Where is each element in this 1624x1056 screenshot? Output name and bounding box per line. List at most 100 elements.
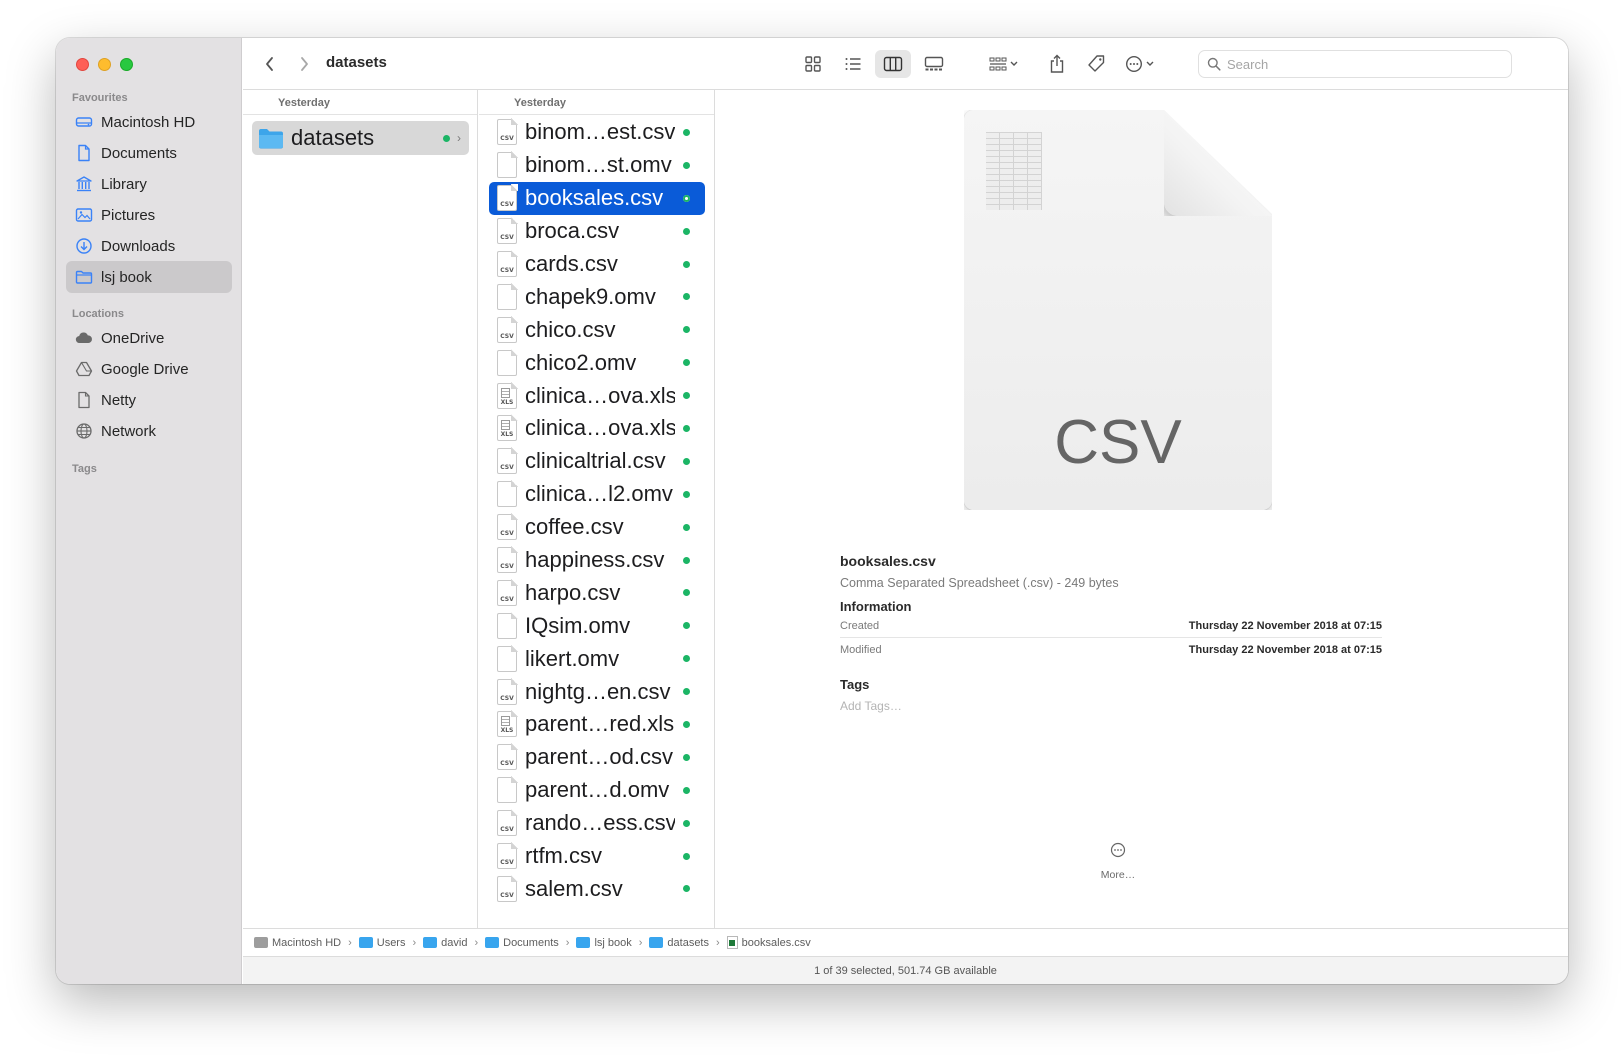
sidebar-item-network[interactable]: Network bbox=[66, 415, 232, 447]
sidebar-item-macintosh-hd[interactable]: Macintosh HD bbox=[66, 106, 232, 138]
sidebar-item-onedrive[interactable]: OneDrive bbox=[66, 322, 232, 354]
minimize-window-button[interactable] bbox=[98, 58, 111, 71]
csv-document-icon: CSV bbox=[964, 110, 1272, 510]
add-tags-field[interactable]: Add Tags… bbox=[840, 699, 1382, 713]
sidebar-item-downloads[interactable]: Downloads bbox=[66, 230, 232, 262]
path-item[interactable]: Macintosh HD bbox=[254, 937, 341, 949]
more-button[interactable]: More… bbox=[1088, 842, 1148, 881]
path-item[interactable]: Users bbox=[358, 936, 406, 949]
path-item-label: booksales.csv bbox=[741, 936, 811, 949]
file-name: happiness.csv bbox=[525, 547, 665, 573]
file-row[interactable]: CSV binom…est.csv bbox=[489, 116, 705, 149]
green-tag-icon bbox=[683, 161, 690, 169]
file-row[interactable]: binom…st.omv bbox=[489, 149, 705, 182]
folder-row-datasets[interactable]: datasets › bbox=[252, 121, 469, 155]
file-name: likert.omv bbox=[525, 645, 620, 671]
path-item-label: Users bbox=[376, 936, 406, 949]
green-tag-icon bbox=[683, 589, 690, 597]
list-view-icon bbox=[845, 58, 861, 70]
file-row[interactable]: CSV coffee.csv bbox=[489, 511, 705, 544]
search-input[interactable] bbox=[1227, 56, 1497, 72]
green-tag-icon bbox=[683, 194, 690, 202]
file-name: broca.csv bbox=[525, 218, 620, 244]
spreadsheet-icon bbox=[726, 936, 738, 949]
path-item[interactable]: lsj book bbox=[576, 936, 632, 949]
file-row[interactable]: XLS parent…red.xls bbox=[489, 708, 705, 741]
path-item-label: lsj book bbox=[594, 936, 632, 949]
file-row[interactable]: CSV broca.csv bbox=[489, 215, 705, 248]
file-name: clinica…l2.omv bbox=[525, 481, 673, 507]
file-row[interactable]: CSV parent…od.csv bbox=[489, 741, 705, 774]
created-row: Created Thursday 22 November 2018 at 07:… bbox=[840, 614, 1382, 638]
path-item[interactable]: david bbox=[423, 937, 467, 949]
file-row[interactable]: CSV rtfm.csv bbox=[489, 840, 705, 873]
hard-drive-icon bbox=[75, 117, 93, 127]
file-row[interactable]: CSV harpo.csv bbox=[489, 576, 705, 609]
file-row[interactable]: XLS clinica…ova.xls bbox=[489, 412, 705, 445]
folder-icon bbox=[259, 129, 283, 149]
file-row[interactable]: CSV chico.csv bbox=[489, 313, 705, 346]
share-button[interactable] bbox=[1043, 50, 1071, 78]
file-row[interactable]: chapek9.omv bbox=[489, 280, 705, 313]
icon-view-button[interactable] bbox=[797, 50, 829, 78]
file-row[interactable]: CSV happiness.csv bbox=[489, 544, 705, 577]
green-tag-icon bbox=[683, 556, 690, 564]
column-view-button[interactable] bbox=[875, 50, 911, 78]
path-item[interactable]: booksales.csv bbox=[726, 936, 811, 949]
file-row[interactable]: CSV clinicaltrial.csv bbox=[489, 445, 705, 478]
sidebar-item-netty[interactable]: Netty bbox=[66, 384, 232, 416]
chevron-right-icon: › bbox=[716, 936, 720, 949]
sidebar: Favourites Macintosh HD Documents Librar… bbox=[56, 38, 242, 984]
folder-icon bbox=[75, 270, 93, 284]
file-row[interactable]: clinica…l2.omv bbox=[489, 478, 705, 511]
list-view-button[interactable] bbox=[837, 50, 869, 78]
file-row[interactable]: CSV nightg…en.csv bbox=[489, 675, 705, 708]
file-name: chapek9.omv bbox=[525, 283, 656, 309]
green-tag-icon bbox=[683, 819, 690, 827]
document-icon bbox=[78, 391, 90, 409]
file-row[interactable]: CSV cards.csv bbox=[489, 248, 705, 281]
sidebar-item-google-drive[interactable]: Google Drive bbox=[66, 353, 232, 385]
file-name: chico2.omv bbox=[525, 349, 637, 375]
zoom-window-button[interactable] bbox=[120, 58, 133, 71]
file-row[interactable]: IQsim.omv bbox=[489, 609, 705, 642]
file-row[interactable]: CSV booksales.csv bbox=[489, 181, 705, 215]
search-field[interactable] bbox=[1198, 50, 1512, 78]
sidebar-item-pictures[interactable]: Pictures bbox=[66, 199, 232, 231]
file-row[interactable]: likert.omv bbox=[489, 642, 705, 675]
file-row[interactable]: CSV salem.csv bbox=[489, 872, 705, 905]
blank-file-icon bbox=[497, 776, 518, 804]
window-title: datasets bbox=[326, 54, 387, 71]
file-name: chico.csv bbox=[525, 316, 616, 342]
sidebar-item-documents[interactable]: Documents bbox=[66, 137, 232, 169]
sidebar-item-library[interactable]: Library bbox=[66, 168, 232, 200]
group-button[interactable] bbox=[983, 50, 1025, 78]
forward-button[interactable] bbox=[291, 50, 317, 78]
file-name: IQsim.omv bbox=[525, 612, 631, 638]
folder-icon bbox=[358, 937, 373, 948]
csv-file-icon: CSV bbox=[497, 842, 518, 870]
cloud-icon bbox=[75, 332, 92, 344]
file-row[interactable]: CSV rando…ess.csv bbox=[489, 807, 705, 840]
file-row[interactable]: parent…d.omv bbox=[489, 774, 705, 807]
csv-file-icon: CSV bbox=[497, 546, 518, 574]
share-icon bbox=[1050, 54, 1064, 73]
green-tag-icon bbox=[683, 128, 690, 136]
file-row[interactable]: XLS clinica…ova.xls bbox=[489, 379, 705, 412]
back-button[interactable] bbox=[257, 50, 283, 78]
more-actions-button[interactable] bbox=[1121, 50, 1163, 78]
close-window-button[interactable] bbox=[76, 58, 89, 71]
search-icon bbox=[1207, 57, 1221, 71]
path-item[interactable]: Documents bbox=[485, 937, 559, 949]
green-tag-icon bbox=[683, 852, 690, 860]
green-tag-icon bbox=[683, 457, 690, 465]
path-item[interactable]: datasets bbox=[649, 937, 709, 949]
sidebar-item-label: Network bbox=[101, 422, 157, 440]
file-type-label: CSV bbox=[1054, 408, 1182, 477]
gallery-view-button[interactable] bbox=[917, 50, 951, 78]
file-row[interactable]: chico2.omv bbox=[489, 346, 705, 379]
column-header: Yesterday bbox=[479, 90, 714, 115]
sidebar-item-lsj-book[interactable]: lsj book bbox=[66, 261, 232, 293]
tag-button[interactable] bbox=[1081, 50, 1111, 78]
blank-file-icon bbox=[497, 611, 518, 639]
